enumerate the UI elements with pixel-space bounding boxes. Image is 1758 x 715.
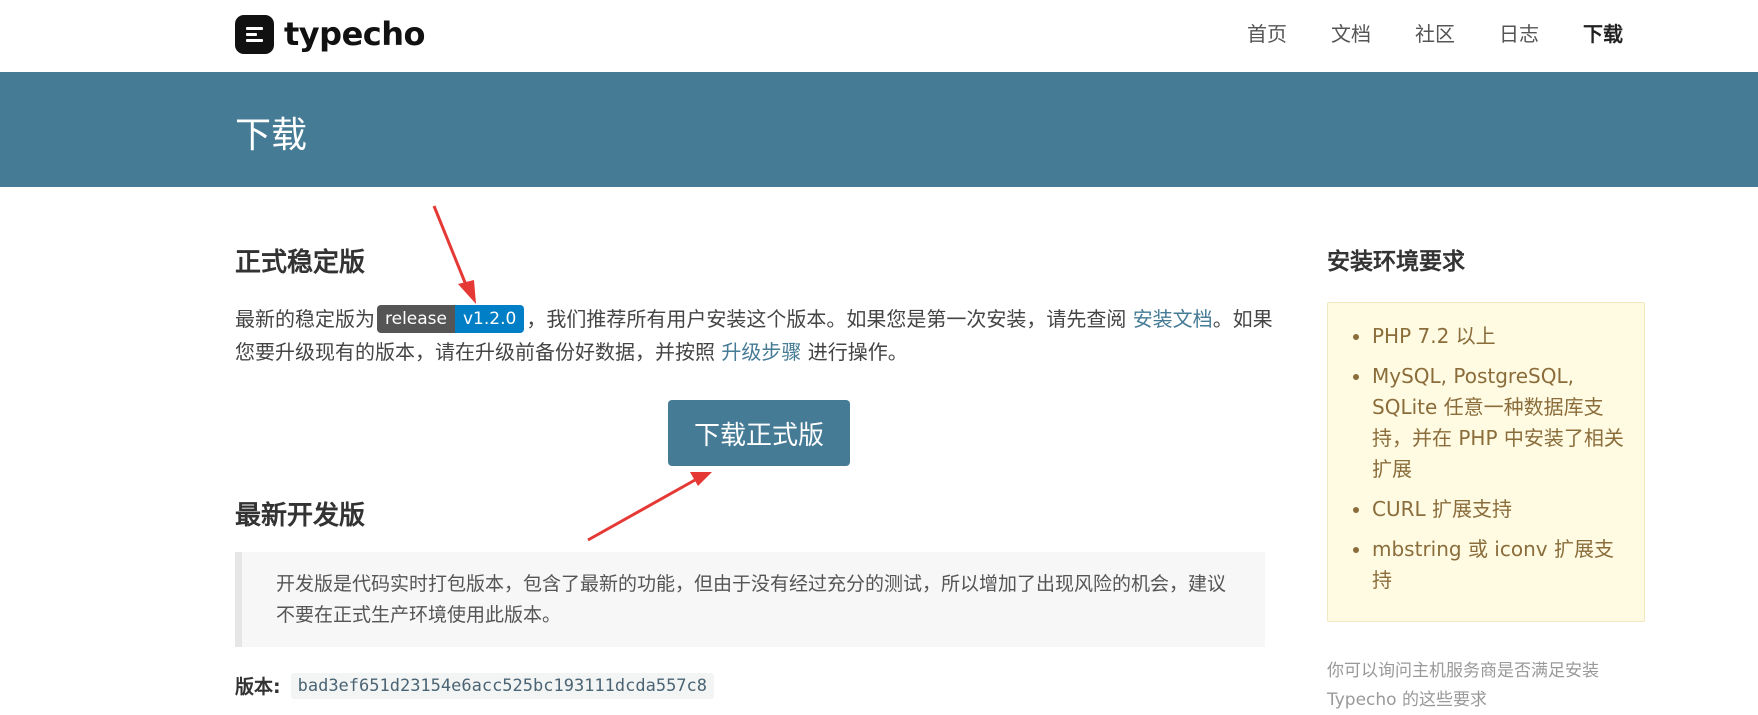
typecho-logo-icon: [235, 14, 274, 54]
requirements-list: PHP 7.2 以上 MySQL, PostgreSQL, SQLite 任意一…: [1372, 321, 1630, 596]
intro-mid: ，我们推荐所有用户安装这个版本。如果您是第一次安装，请先查阅: [526, 307, 1127, 331]
nav-item-docs[interactable]: 文档: [1331, 18, 1371, 50]
stable-intro: 最新的稳定版为 release v1.2.0 ，我们推荐所有用户安装这个版本。如果您是…: [235, 303, 1275, 369]
site-logo[interactable]: typecho: [235, 14, 426, 54]
main-nav: 首页 文档 社区 日志 下载: [1203, 18, 1623, 50]
top-navbar: typecho 首页 文档 社区 日志 下载: [0, 0, 1758, 72]
page-title: 下载: [235, 115, 308, 156]
requirements-box: PHP 7.2 以上 MySQL, PostgreSQL, SQLite 任意一…: [1327, 302, 1645, 622]
stable-heading: 正式稳定版: [235, 248, 366, 278]
nav-item-community[interactable]: 社区: [1415, 18, 1455, 50]
list-item: PHP 7.2 以上: [1372, 321, 1630, 352]
page-banner: 下载: [0, 72, 1758, 187]
release-badge: release v1.2.0: [377, 305, 525, 333]
version-hash: bad3ef651d23154e6acc525bc193111dcda557c8: [290, 672, 715, 699]
requirements-note: 你可以询问主机服务商是否满足安装 Typecho 的这些要求: [1327, 661, 1599, 710]
red-arrow-annotation: [432, 205, 476, 304]
upgrade-steps-link[interactable]: 升级步骤: [721, 340, 801, 364]
nav-item-log[interactable]: 日志: [1499, 18, 1539, 50]
badge-left: release: [377, 305, 455, 333]
intro-suffix: 进行操作。: [807, 340, 908, 364]
red-arrow-annotation: [587, 472, 712, 542]
badge-right: v1.2.0: [455, 305, 525, 333]
dev-version: 版本: bad3ef651d23154e6acc525bc193111dcda5…: [235, 672, 715, 699]
nav-item-home[interactable]: 首页: [1247, 18, 1287, 50]
download-stable-button[interactable]: 下载正式版: [668, 400, 850, 466]
list-item: mbstring 或 iconv 扩展支持: [1372, 534, 1630, 596]
intro-prefix: 最新的稳定版为: [235, 307, 375, 331]
list-item: MySQL, PostgreSQL, SQLite 任意一种数据库支持，并在 P…: [1372, 361, 1630, 485]
nav-item-download[interactable]: 下载: [1583, 18, 1623, 50]
requirements-heading: 安装环境要求: [1327, 249, 1465, 275]
logo-text: typecho: [284, 15, 426, 53]
install-doc-link[interactable]: 安装文档: [1133, 307, 1213, 331]
version-label: 版本:: [235, 676, 281, 698]
list-item: CURL 扩展支持: [1372, 494, 1630, 525]
dev-note: 开发版是代码实时打包版本，包含了最新的功能，但由于没有经过充分的测试，所以增加了…: [235, 552, 1265, 647]
dev-heading: 最新开发版: [235, 501, 366, 531]
